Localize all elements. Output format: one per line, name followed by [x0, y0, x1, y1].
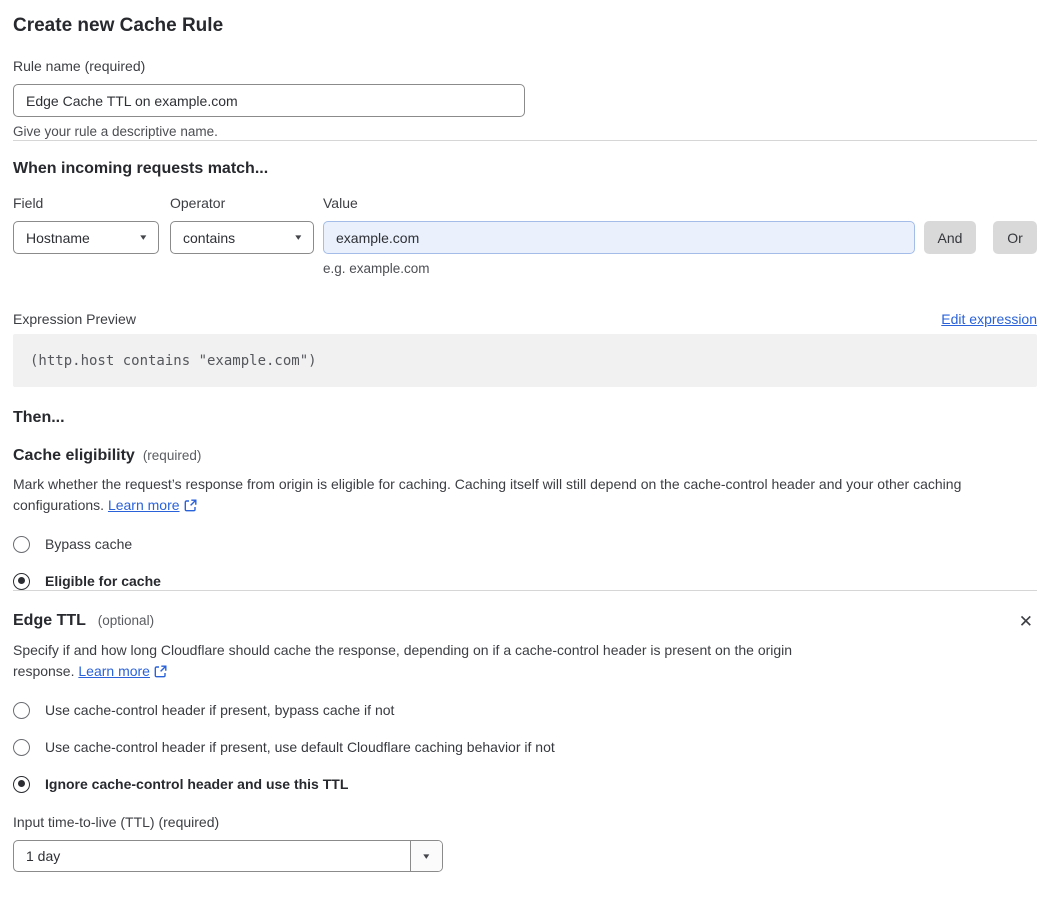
ttl-group: Input time-to-live (TTL) (required) 1 da… [13, 814, 1037, 872]
cache-eligibility-learn-more-link[interactable]: Learn more [108, 497, 180, 513]
field-select[interactable]: Hostname ▾ [13, 221, 159, 254]
rule-name-label: Rule name (required) [13, 58, 146, 74]
radio-selected-icon[interactable] [13, 572, 30, 590]
operator-select-value: contains [183, 229, 236, 246]
expression-preview-label: Expression Preview [13, 311, 136, 327]
external-link-icon [154, 663, 167, 684]
field-label: Field [13, 195, 44, 211]
radio-icon[interactable] [13, 701, 30, 719]
rule-name-helper: Give your rule a descriptive name. [13, 124, 218, 139]
chevron-down-icon: ▾ [423, 850, 430, 861]
radio-label: Use cache-control header if present, byp… [45, 702, 395, 718]
edge-ttl-header-row: Edge TTL (optional) ✕ [13, 611, 1037, 632]
ttl-select[interactable]: 1 day ▾ [13, 840, 443, 872]
rule-name-input[interactable] [13, 84, 525, 117]
expression-code: (http.host contains "example.com") [30, 352, 317, 369]
edge-ttl-title: Edge TTL [13, 612, 86, 629]
divider-edge-ttl [13, 590, 1037, 591]
radio-ignore-header-ttl[interactable]: Ignore cache-control header and use this… [13, 775, 1037, 793]
radio-bypass-cache[interactable]: Bypass cache [13, 535, 1037, 553]
radio-eligible-for-cache[interactable]: Eligible for cache [13, 572, 1037, 590]
edge-ttl-description: Specify if and how long Cloudflare shoul… [13, 640, 851, 684]
page-title: Create new Cache Rule [13, 15, 224, 36]
value-input[interactable] [323, 221, 915, 254]
radio-label: Eligible for cache [45, 573, 161, 589]
edge-ttl-learn-more-link[interactable]: Learn more [78, 663, 150, 679]
chevron-down-icon: ▾ [140, 232, 147, 242]
radio-icon[interactable] [13, 535, 30, 553]
ttl-select-arrow-button[interactable]: ▾ [410, 841, 442, 871]
radio-use-header-default[interactable]: Use cache-control header if present, use… [13, 738, 1037, 756]
close-icon[interactable]: ✕ [1015, 611, 1037, 632]
then-heading: Then... [13, 409, 65, 426]
rule-name-group: Rule name (required) Give your rule a de… [13, 58, 1037, 140]
cache-eligibility-title: Cache eligibility [13, 447, 135, 464]
radio-use-header-bypass[interactable]: Use cache-control header if present, byp… [13, 701, 1037, 719]
cache-eligibility-badge: (required) [142, 448, 202, 463]
cache-eligibility-heading-row: Cache eligibility (required) [13, 446, 1037, 466]
and-button[interactable]: And [924, 221, 976, 254]
ttl-label: Input time-to-live (TTL) (required) [13, 814, 220, 830]
field-select-value: Hostname [26, 229, 90, 246]
value-helper: e.g. example.com [323, 261, 430, 276]
expression-preview-row: Expression Preview Edit expression [13, 311, 1037, 327]
operator-label: Operator [170, 195, 226, 211]
edit-expression-link[interactable]: Edit expression [941, 311, 1037, 327]
radio-label: Use cache-control header if present, use… [45, 739, 555, 755]
radio-selected-icon[interactable] [13, 775, 30, 793]
cache-eligibility-description: Mark whether the request’s response from… [13, 474, 1037, 518]
radio-icon[interactable] [13, 738, 30, 756]
radio-label: Ignore cache-control header and use this… [45, 776, 349, 792]
match-row: Field Hostname ▾ Operator contains ▾ Val… [13, 195, 1037, 277]
chevron-down-icon: ▾ [295, 232, 302, 242]
match-heading: When incoming requests match... [13, 160, 269, 177]
radio-label: Bypass cache [45, 536, 133, 552]
value-label: Value [323, 195, 358, 211]
external-link-icon [184, 497, 197, 518]
or-button[interactable]: Or [993, 221, 1037, 254]
edge-ttl-badge: (optional) [97, 613, 155, 628]
expression-code-block: (http.host contains "example.com") [13, 334, 1037, 387]
ttl-select-value: 1 day [26, 848, 61, 864]
divider-top [13, 140, 1037, 141]
operator-select[interactable]: contains ▾ [170, 221, 314, 254]
